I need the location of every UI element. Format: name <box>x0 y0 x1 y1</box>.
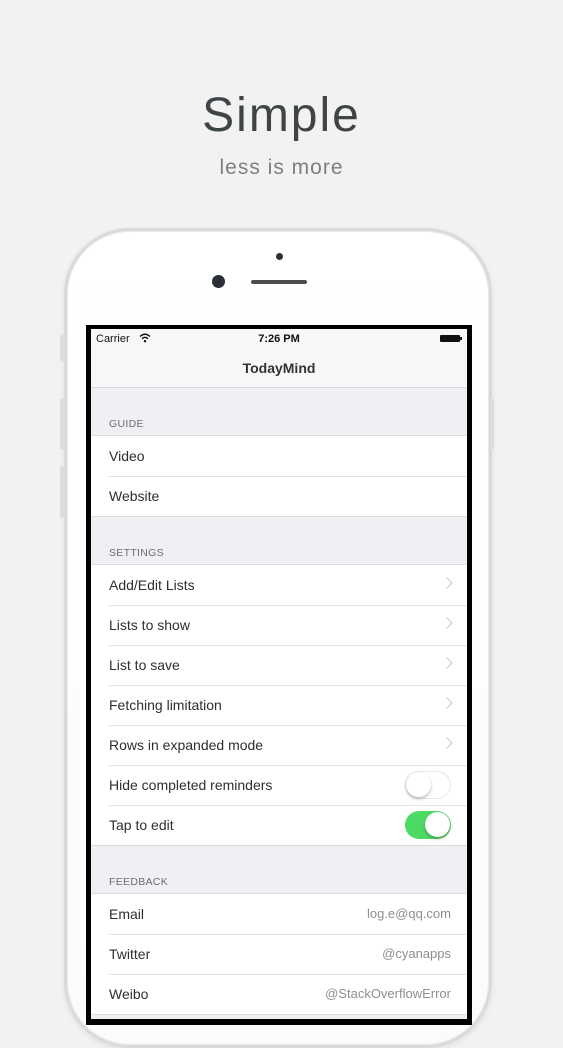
settings-list: GUIDE Video Website SETTINGS Add/Edit Li… <box>91 388 467 1015</box>
toggle-knob <box>406 772 431 797</box>
row-hide-completed: Hide completed reminders <box>91 765 467 805</box>
row-lists-to-show[interactable]: Lists to show <box>91 605 467 645</box>
phone-screen: Carrier 7:26 PM TodayMind GUIDE Video We… <box>86 325 472 1025</box>
row-label: Twitter <box>109 946 151 962</box>
chevron-right-icon <box>441 697 453 709</box>
earpiece-speaker <box>251 280 307 284</box>
hero-subtitle: less is more <box>219 156 344 179</box>
status-time: 7:26 PM <box>258 333 300 345</box>
row-label: Lists to show <box>109 617 190 633</box>
row-tap-to-edit: Tap to edit <box>91 805 467 845</box>
proximity-sensor <box>276 253 283 260</box>
group-settings: Add/Edit Lists Lists to show List to sav… <box>91 564 467 846</box>
row-label: Add/Edit Lists <box>109 577 195 593</box>
volume-up-button <box>60 398 64 450</box>
tap-to-edit-toggle[interactable] <box>405 811 451 839</box>
email-value: log.e@qq.com <box>366 906 451 921</box>
row-email[interactable]: Email log.e@qq.com <box>91 894 467 934</box>
row-add-edit-lists[interactable]: Add/Edit Lists <box>91 565 467 605</box>
row-fetching-limitation[interactable]: Fetching limitation <box>91 685 467 725</box>
power-button <box>490 398 494 450</box>
row-website[interactable]: Website <box>91 476 467 516</box>
hero-title: Simple <box>202 89 361 142</box>
row-label: Tap to edit <box>109 817 174 833</box>
section-header-guide: GUIDE <box>109 418 144 430</box>
hide-completed-toggle[interactable] <box>405 771 451 799</box>
volume-down-button <box>60 466 64 518</box>
row-video[interactable]: Video <box>91 436 467 476</box>
toggle-knob <box>425 812 450 837</box>
row-twitter[interactable]: Twitter @cyanapps <box>91 934 467 974</box>
row-label: Hide completed reminders <box>109 777 273 793</box>
chevron-right-icon <box>441 617 453 629</box>
status-bar: Carrier 7:26 PM <box>91 329 467 349</box>
section-header-settings: SETTINGS <box>109 547 164 559</box>
battery-icon <box>440 335 462 342</box>
row-weibo[interactable]: Weibo @StackOverflowError <box>91 974 467 1014</box>
row-label: Video <box>109 448 145 464</box>
row-label: Rows in expanded mode <box>109 737 264 753</box>
nav-title: TodayMind <box>91 349 467 388</box>
mute-switch <box>60 335 64 361</box>
row-label: Website <box>109 488 160 504</box>
row-rows-expanded-mode[interactable]: Rows in expanded mode <box>91 725 467 765</box>
twitter-value: @cyanapps <box>382 946 451 961</box>
chevron-right-icon <box>441 577 453 589</box>
group-feedback: Email log.e@qq.com Twitter @cyanapps Wei… <box>91 893 467 1015</box>
chevron-right-icon <box>441 657 453 669</box>
weibo-value: @StackOverflowError <box>325 986 451 1001</box>
row-label: Fetching limitation <box>109 697 222 713</box>
front-camera <box>212 275 225 288</box>
row-list-to-save[interactable]: List to save <box>91 645 467 685</box>
row-label: Email <box>109 906 145 922</box>
chevron-right-icon <box>441 737 453 749</box>
section-header-feedback: FEEDBACK <box>109 876 168 888</box>
row-label: List to save <box>109 657 180 673</box>
app-screen: Carrier 7:26 PM TodayMind GUIDE Video We… <box>91 329 467 1019</box>
group-guide: Video Website <box>91 435 467 517</box>
